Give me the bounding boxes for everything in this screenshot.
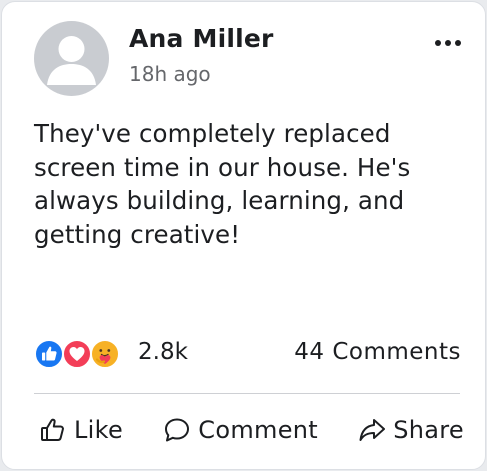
comment-button-label: Comment — [198, 416, 318, 444]
post-card: Ana Miller 18h ago They've completely re… — [1, 1, 486, 470]
comments-count-link[interactable]: 44 Comments — [294, 339, 461, 365]
like-reaction-icon — [34, 339, 64, 369]
author-avatar[interactable] — [34, 21, 109, 96]
share-button[interactable]: Share — [357, 415, 464, 445]
reaction-icons — [34, 337, 134, 371]
share-button-label: Share — [393, 416, 464, 444]
love-reaction-icon — [62, 339, 92, 369]
actions-divider — [34, 393, 460, 394]
post-actions-bar: Like Comment Share — [38, 410, 464, 450]
comment-button[interactable]: Comment — [162, 415, 318, 445]
thumbs-up-icon — [41, 418, 64, 441]
reactions-summary[interactable]: 2.8k — [34, 337, 188, 371]
care-reaction-icon — [90, 339, 120, 369]
post-text: They've completely replaced screen time … — [34, 119, 411, 249]
reaction-count: 2.8k — [138, 339, 188, 365]
like-button[interactable]: Like — [38, 415, 123, 445]
author-name[interactable]: Ana Miller — [129, 24, 274, 53]
share-arrow-icon — [359, 419, 386, 441]
more-options-icon — [435, 40, 461, 46]
comment-bubble-icon — [165, 418, 190, 442]
like-button-label: Like — [74, 416, 124, 444]
default-avatar-icon — [47, 36, 96, 85]
more-options-button[interactable] — [430, 32, 466, 54]
post-timestamp[interactable]: 18h ago — [129, 62, 211, 86]
